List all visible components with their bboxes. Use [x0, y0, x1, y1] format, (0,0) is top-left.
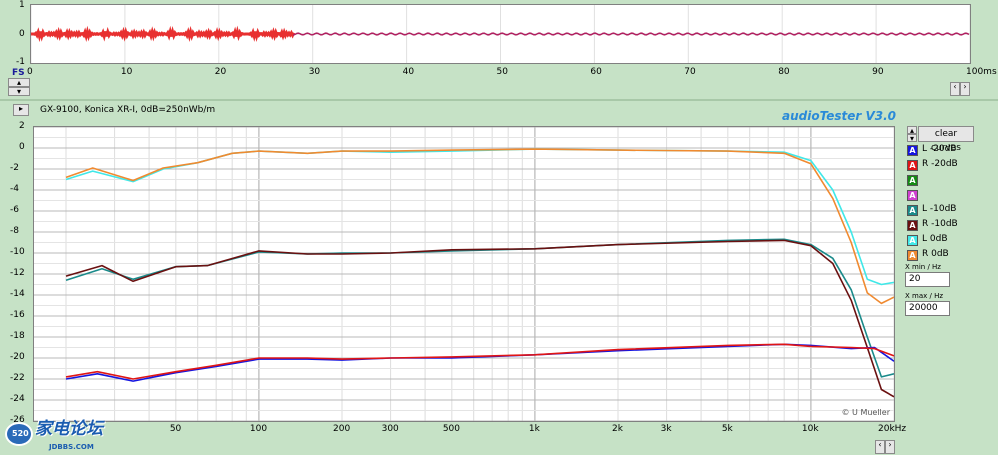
time-x-tick-label: 30 — [308, 67, 321, 77]
time-x-tick-label: 50 — [496, 67, 508, 77]
watermark-logo-text: 家电论坛 — [35, 419, 103, 439]
time-scale-up-button[interactable]: ▴ — [8, 78, 30, 87]
frequency-response-series — [65, 148, 894, 305]
freq-y-tick-label: -2 — [10, 163, 19, 173]
curve-label: L 0dB — [922, 234, 948, 244]
frequency-response-series — [65, 343, 894, 382]
freq-y-tick-label: -6 — [10, 205, 19, 215]
panel-divider — [0, 99, 998, 101]
xmin-label: X min / Hz — [905, 263, 941, 271]
watermark-badge-text: 520 — [12, 429, 29, 438]
forum-watermark: 520 家电论坛 JDBBS.COM — [3, 414, 133, 454]
credit-text: © U Mueller — [841, 408, 891, 417]
time-x-tick-label: 100ms — [966, 67, 997, 77]
frequency-plot-panel: © U Mueller — [33, 126, 895, 422]
freq-x-tick-label: 5k — [721, 424, 733, 434]
frequency-plot-svg — [34, 127, 894, 421]
fs-label: FS — [12, 68, 25, 78]
freq-y-tick-label: -20 — [10, 352, 25, 362]
curve-label: R 0dB — [922, 249, 949, 259]
xmin-input[interactable]: 20 — [905, 272, 950, 287]
curve-color-swatch[interactable]: A — [907, 235, 918, 246]
freq-y-tick-label: 0 — [19, 142, 25, 152]
freq-y-tick-label: -18 — [10, 331, 25, 341]
curve-label: L -10dB — [922, 204, 957, 214]
xmax-label: X max / Hz — [905, 292, 944, 300]
curve-color-swatch[interactable]: A — [907, 220, 918, 231]
curve-color-swatch[interactable]: A — [907, 250, 918, 261]
freq-x-tick-label: 200 — [333, 424, 351, 434]
freq-y-tick-label: 2 — [19, 121, 25, 131]
time-x-tick-label: 0 — [27, 67, 33, 77]
time-x-tick-label: 70 — [684, 67, 696, 77]
freq-x-tick-label: 1k — [528, 424, 540, 434]
watermark-sub-text: JDBBS.COM — [49, 443, 94, 451]
time-x-tick-label: 20 — [214, 67, 227, 77]
freq-x-tick-label: 500 — [442, 424, 461, 434]
clear-curves-button[interactable]: clear curves — [918, 126, 974, 153]
time-y-tick-mid: 0 — [19, 29, 25, 39]
freq-y-tick-label: -12 — [10, 268, 25, 278]
curve-color-swatch[interactable]: A — [907, 145, 918, 156]
time-y-tick-top: 1 — [19, 0, 25, 10]
freq-y-tick-label: -8 — [10, 226, 19, 236]
time-x-tick-label: 60 — [590, 67, 602, 77]
time-scale-down-button[interactable]: ▾ — [8, 87, 30, 96]
frequency-response-series — [65, 343, 894, 380]
freq-y-tick-label: -24 — [10, 394, 25, 404]
freq-x-tick-label: 2k — [612, 424, 623, 434]
freq-x-tick-label: 100 — [249, 424, 268, 434]
freq-x-tick-label: 3k — [660, 424, 672, 434]
freq-y-tick-label: -14 — [10, 289, 25, 299]
curve-color-swatch[interactable]: A — [907, 190, 918, 201]
time-y-tick-bottom: -1 — [16, 57, 25, 67]
freq-y-tick-label: -22 — [10, 373, 25, 383]
freq-y-tick-label: -10 — [10, 247, 25, 257]
time-plot-panel — [30, 4, 971, 64]
xmax-input[interactable]: 20000 — [905, 301, 950, 316]
time-noise-burst — [31, 25, 296, 43]
freq-x-tick-label: 300 — [381, 424, 399, 434]
time-scroll-left-button[interactable]: ‹ — [950, 82, 960, 96]
freq-scroll-left-button[interactable]: ‹ — [875, 440, 885, 454]
time-scroll-right-button[interactable]: › — [960, 82, 970, 96]
freq-x-tick-label: 20kHz — [878, 424, 907, 434]
time-x-tick-label: 40 — [402, 67, 415, 77]
time-x-tick-label: 10 — [120, 67, 133, 77]
time-x-tick-label: 90 — [872, 67, 884, 77]
time-x-tick-label: 80 — [778, 67, 790, 77]
freq-y-tick-label: -4 — [10, 184, 19, 194]
time-plot-svg — [31, 5, 970, 63]
measurement-description: GX-9100, Konica XR-I, 0dB=250nWb/m — [40, 105, 216, 115]
freq-scroll-right-button[interactable]: › — [885, 440, 895, 454]
curve-color-swatch[interactable]: A — [907, 175, 918, 186]
curve-color-swatch[interactable]: A — [907, 160, 918, 171]
curve-scroll-down-button[interactable]: ▾ — [907, 134, 917, 143]
description-toggle-button[interactable]: ▸ — [13, 104, 29, 116]
freq-x-tick-label: 10k — [801, 424, 819, 434]
freq-x-tick-label: 50 — [169, 424, 182, 434]
curve-label: L -20dB — [922, 144, 957, 154]
curve-scroll-up-button[interactable]: ▴ — [907, 126, 917, 135]
curve-label: R -10dB — [922, 219, 958, 229]
curve-color-swatch[interactable]: A — [907, 205, 918, 216]
freq-y-tick-label: -16 — [10, 310, 25, 320]
curve-label: R -20dB — [922, 159, 958, 169]
app-title: audioTester V3.0 — [782, 109, 897, 123]
